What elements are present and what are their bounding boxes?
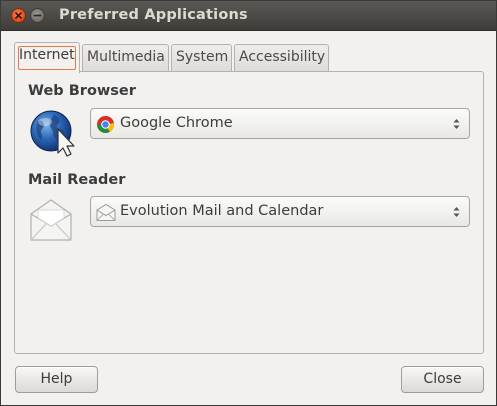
minimize-icon	[33, 14, 42, 17]
tab-label: Accessibility	[239, 49, 326, 65]
chrome-icon	[96, 115, 115, 138]
updown-arrows-icon	[453, 118, 460, 134]
updown-arrows-icon	[453, 206, 460, 222]
tab-accessibility[interactable]: Accessibility	[234, 44, 329, 71]
mail-reader-heading: Mail Reader	[28, 172, 126, 188]
close-icon	[15, 12, 22, 19]
close-button[interactable]: Close	[401, 366, 484, 393]
envelope-icon	[29, 196, 73, 246]
tab-internet[interactable]: Internet	[14, 42, 80, 73]
web-browser-value: Google Chrome	[120, 115, 233, 131]
web-browser-heading: Web Browser	[28, 83, 136, 99]
web-browser-select[interactable]: Google Chrome	[90, 108, 470, 139]
tab-label: Internet	[19, 47, 75, 63]
mail-reader-value: Evolution Mail and Calendar	[120, 203, 324, 219]
tab-system[interactable]: System	[171, 44, 232, 71]
globe-cursor-icon	[28, 109, 80, 161]
mail-reader-select[interactable]: Evolution Mail and Calendar	[90, 196, 470, 227]
envelope-icon	[96, 203, 116, 226]
help-button[interactable]: Help	[15, 366, 98, 393]
tab-label: System	[176, 49, 229, 65]
tab-multimedia[interactable]: Multimedia	[82, 44, 169, 71]
tab-label: Multimedia	[87, 49, 165, 65]
window-minimize-button[interactable]	[30, 8, 45, 23]
title-bar[interactable]: Preferred Applications	[1, 1, 496, 31]
preferred-applications-window: Preferred Applications Internet Multimed…	[0, 0, 497, 406]
window-close-button[interactable]	[11, 8, 26, 23]
window-title: Preferred Applications	[59, 7, 248, 23]
